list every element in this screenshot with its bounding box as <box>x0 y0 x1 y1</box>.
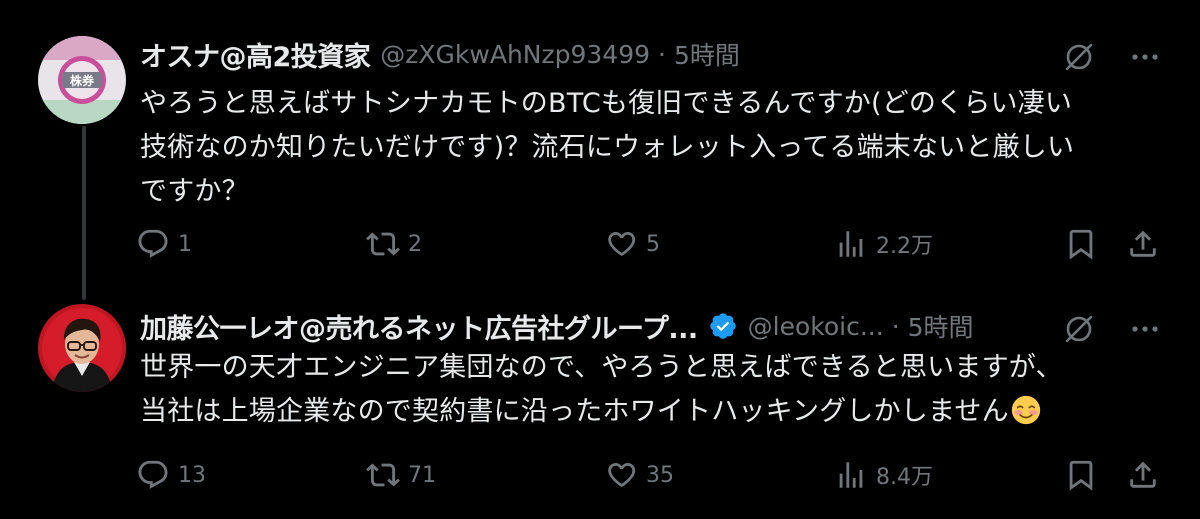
views-chart-icon <box>839 231 863 257</box>
tweet[interactable]: 加藤公一レオ@売れるネット広告社グループ... @leokoic... · 5時… <box>0 292 1200 519</box>
share-button[interactable] <box>1126 226 1160 262</box>
views-chart-icon <box>839 462 863 488</box>
user-handle[interactable]: @leokoic... <box>748 312 884 341</box>
timestamp[interactable]: 5時間 <box>674 36 740 72</box>
reply-icon <box>138 229 168 258</box>
views-count: 8.4万 <box>876 465 933 490</box>
separator-dot: · <box>658 39 666 69</box>
grok-icon[interactable] <box>1062 312 1096 350</box>
tweet[interactable]: 株券 オスナ@高2投資家 @zXGkwAhNzp93499 · 5時間 やろうと… <box>0 0 1200 292</box>
tweet-header: オスナ@高2投資家 @zXGkwAhNzp93499 · 5時間 <box>140 34 1160 74</box>
bookmark-button[interactable] <box>1064 226 1098 262</box>
display-name[interactable]: オスナ@高2投資家 <box>140 35 371 74</box>
retweet-count: 71 <box>408 462 436 488</box>
bookmark-button[interactable] <box>1064 457 1098 493</box>
retweet-count: 2 <box>408 231 422 257</box>
timeline: 株券 オスナ@高2投資家 @zXGkwAhNzp93499 · 5時間 やろうと… <box>0 0 1200 519</box>
stock-badge-avatar-icon: 株券 <box>38 36 126 124</box>
smiling-face-emoji-icon <box>1011 395 1040 425</box>
tweet-actions: 1 2 5 2.2万 <box>136 226 1164 262</box>
tweet-text: やろうと思えばサトシナカモトのBTCも復旧できるんですか(どのくらい凄い 技術な… <box>140 82 1160 214</box>
tweet-text-line: 技術なのか知りたいだけです)？流石にウォレット入ってる端末ないと厳しい <box>140 132 1075 163</box>
share-button[interactable] <box>1126 457 1160 493</box>
like-button[interactable]: 5 <box>604 226 660 262</box>
tweet-header-actions <box>1062 312 1162 350</box>
reply-count: 13 <box>178 462 206 488</box>
grok-icon[interactable] <box>1062 40 1096 78</box>
views-count: 2.2万 <box>876 234 933 259</box>
tweet-text-line: 当社は上場企業なので契約書に沿ったホワイトハッキングしかしません <box>140 390 1160 434</box>
like-count: 5 <box>646 231 660 257</box>
heart-icon <box>608 462 636 488</box>
like-count: 35 <box>646 462 674 488</box>
avatar-badge-text: 株券 <box>70 73 95 88</box>
display-name[interactable]: 加藤公一レオ@売れるネット広告社グループ... <box>140 307 698 346</box>
retweet-icon <box>366 463 400 487</box>
avatar[interactable]: 株券 <box>38 36 126 124</box>
tweet-text-segment: 当社は上場企業なので契約書に沿ったホワイトハッキングしかしません <box>140 396 1009 427</box>
tweet-header-actions <box>1062 40 1162 78</box>
verified-badge-icon[interactable] <box>708 311 738 341</box>
tweet-text-line: 世界一の天才エンジニア集団なので、やろうと思えばできると思いますが、 <box>140 352 1063 383</box>
share-icon <box>1130 461 1156 488</box>
reply-button[interactable]: 13 <box>136 457 206 493</box>
more-options-icon[interactable] <box>1128 40 1162 78</box>
tweet-text: 世界一の天才エンジニア集団なので、やろうと思えばできると思いますが、 当社は上場… <box>140 346 1160 434</box>
reply-count: 1 <box>178 231 192 257</box>
bookmark-icon <box>1069 229 1093 260</box>
timestamp[interactable]: 5時間 <box>908 308 974 344</box>
more-options-icon[interactable] <box>1128 312 1162 350</box>
bookmark-icon <box>1069 460 1093 491</box>
views-button[interactable]: 8.4万 <box>834 457 933 493</box>
user-handle[interactable]: @zXGkwAhNzp93499 <box>380 40 650 69</box>
avatar[interactable] <box>38 304 126 392</box>
heart-icon <box>608 231 636 257</box>
share-icon <box>1130 230 1156 257</box>
views-button[interactable]: 2.2万 <box>834 226 933 262</box>
separator-dot: · <box>891 311 900 341</box>
like-button[interactable]: 35 <box>604 457 674 493</box>
tweet-text-line: ですか？ <box>140 176 249 207</box>
tweet-header: 加藤公一レオ@売れるネット広告社グループ... @leokoic... · 5時… <box>140 306 1160 346</box>
tweet-text-line: やろうと思えばサトシナカモトのBTCも復旧できるんですか(どのくらい凄い <box>140 88 1073 119</box>
reply-icon <box>138 460 168 489</box>
profile-photo-avatar-icon <box>38 304 126 392</box>
retweet-icon <box>366 232 400 256</box>
tweet-actions: 13 71 35 8.4万 <box>136 457 1164 493</box>
retweet-button[interactable]: 2 <box>366 226 422 262</box>
reply-button[interactable]: 1 <box>136 226 192 262</box>
retweet-button[interactable]: 71 <box>366 457 436 493</box>
